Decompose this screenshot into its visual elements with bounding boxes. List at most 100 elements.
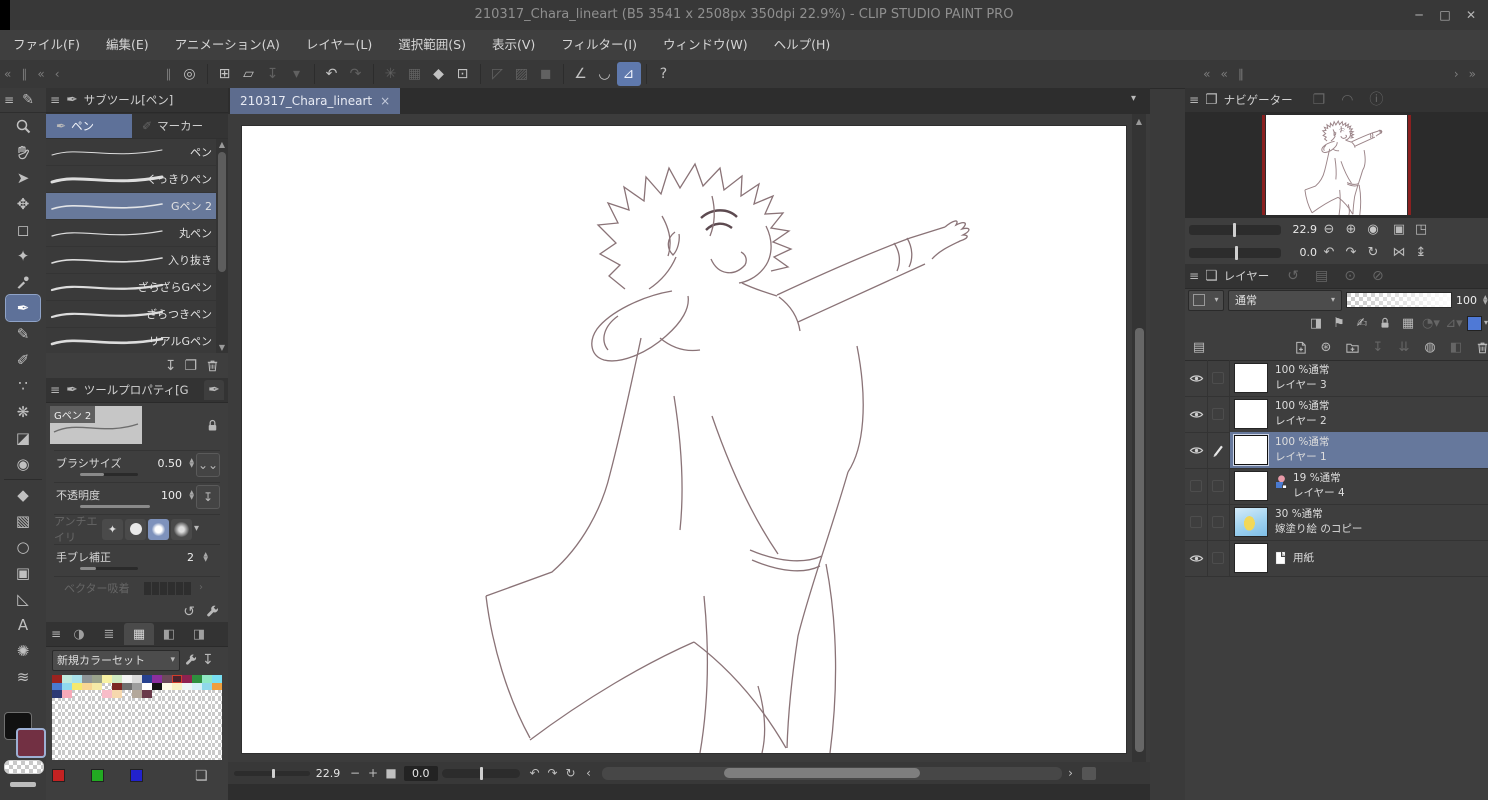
color-swatch[interactable] bbox=[152, 675, 162, 683]
color-swatch[interactable] bbox=[142, 721, 152, 729]
tool-palette-menu-icon[interactable]: ≡ bbox=[4, 94, 14, 106]
color-swatch[interactable] bbox=[132, 706, 142, 714]
color-swatch[interactable] bbox=[102, 698, 112, 706]
brush-item[interactable]: Gペン 2 bbox=[46, 193, 228, 220]
layer-row[interactable]: 19 %通常レイヤー 4 bbox=[1185, 468, 1488, 505]
color-swatch[interactable] bbox=[82, 744, 92, 752]
unlock-icon[interactable] bbox=[205, 418, 220, 433]
color-swatch[interactable] bbox=[132, 737, 142, 745]
antialias-weak-button[interactable] bbox=[125, 519, 146, 540]
fill-tool[interactable]: ◆ bbox=[6, 482, 40, 508]
antialias-none-button[interactable]: ✦ bbox=[102, 519, 123, 540]
approximate-color-tab-icon[interactable]: ◨ bbox=[184, 623, 214, 645]
correct-line-tool[interactable]: ◺ bbox=[6, 586, 40, 612]
brush-size-slider[interactable] bbox=[80, 473, 138, 476]
color-swatch[interactable] bbox=[92, 675, 102, 683]
color-swatch[interactable] bbox=[82, 675, 92, 683]
canvas-fit-button[interactable]: ■ bbox=[382, 764, 400, 782]
color-swatch[interactable] bbox=[172, 737, 182, 745]
layer-row[interactable]: 100 %通常レイヤー 3 bbox=[1185, 360, 1488, 397]
operation-tool[interactable]: ➤ bbox=[6, 165, 40, 191]
color-swatch[interactable] bbox=[192, 683, 202, 691]
color-swatch[interactable] bbox=[172, 729, 182, 737]
color-swatch[interactable] bbox=[72, 737, 82, 745]
layer-row[interactable]: 30 %通常嫁塗り絵 のコピー bbox=[1185, 504, 1488, 541]
color-swatch[interactable] bbox=[182, 683, 192, 691]
delete-layer-icon[interactable] bbox=[1472, 338, 1488, 356]
brush-item[interactable]: 入り抜き bbox=[46, 247, 228, 274]
nav-rotate-right-button[interactable]: ↷ bbox=[1341, 243, 1361, 263]
color-swatch[interactable] bbox=[142, 683, 152, 691]
scroll-right-icon[interactable]: › bbox=[1454, 67, 1461, 81]
color-swatch[interactable] bbox=[72, 675, 82, 683]
color-swatch[interactable] bbox=[72, 690, 82, 698]
color-swatch[interactable] bbox=[62, 713, 72, 721]
color-swatch[interactable] bbox=[112, 698, 122, 706]
layer-thumbnail[interactable] bbox=[1235, 472, 1267, 500]
color-swatch[interactable] bbox=[182, 729, 192, 737]
color-swatch[interactable] bbox=[182, 713, 192, 721]
color-swatch[interactable] bbox=[132, 698, 142, 706]
color-swatch[interactable] bbox=[182, 706, 192, 714]
collapse-left-icon[interactable]: « bbox=[4, 67, 13, 81]
canvas-zoom-in-button[interactable]: + bbox=[364, 764, 382, 782]
intermediate-color-tab-icon[interactable]: ◧ bbox=[154, 623, 184, 645]
color-wheel-tab-icon[interactable]: ◑ bbox=[64, 623, 94, 645]
add-color-icon[interactable]: ❏ bbox=[195, 769, 208, 783]
layer-opacity-value[interactable]: 100 bbox=[1456, 294, 1477, 307]
stabilize-value[interactable]: 2 bbox=[187, 551, 194, 564]
color-swatch[interactable] bbox=[52, 706, 62, 714]
brush-size-stepper[interactable]: ▲▼ bbox=[189, 458, 194, 468]
color-swatch[interactable] bbox=[182, 752, 192, 760]
color-switch-icon[interactable] bbox=[10, 782, 36, 787]
apply-mask-icon[interactable]: ◧ bbox=[1446, 338, 1466, 356]
transfer-to-lower-icon[interactable]: ↧ bbox=[1368, 338, 1388, 356]
color-swatch[interactable] bbox=[92, 683, 102, 691]
color-swatch[interactable] bbox=[142, 744, 152, 752]
layer-thumbnail[interactable] bbox=[1235, 400, 1267, 428]
menu-item-window[interactable]: ウィンドウ(W) bbox=[650, 30, 761, 60]
text-tool[interactable]: A bbox=[6, 612, 40, 638]
toolbar-grip2-icon[interactable]: ∥ bbox=[1238, 67, 1246, 81]
document-tab[interactable]: 210317_Chara_lineart × bbox=[230, 88, 400, 114]
color-swatch[interactable] bbox=[202, 675, 212, 683]
color-swatch[interactable] bbox=[152, 690, 162, 698]
rgb-chip[interactable] bbox=[91, 769, 104, 782]
color-swatch[interactable] bbox=[82, 737, 92, 745]
canvas-zoom-out-button[interactable]: − bbox=[346, 764, 364, 782]
pen-tool[interactable]: ✒ bbox=[6, 295, 40, 321]
collapse-right-icon[interactable]: « bbox=[1203, 67, 1212, 81]
palette-color-dropdown[interactable]: ▾ bbox=[1188, 290, 1224, 311]
color-swatch[interactable] bbox=[112, 721, 122, 729]
color-swatch[interactable] bbox=[72, 698, 82, 706]
color-swatch[interactable] bbox=[102, 752, 112, 760]
collapse-right2-icon[interactable]: « bbox=[1221, 67, 1230, 81]
color-swatch[interactable] bbox=[172, 706, 182, 714]
color-swatch[interactable] bbox=[162, 690, 172, 698]
nav-fit-window-button[interactable]: ◳ bbox=[1411, 221, 1431, 239]
color-swatch[interactable] bbox=[102, 675, 112, 683]
color-swatch[interactable] bbox=[82, 729, 92, 737]
color-swatch[interactable] bbox=[112, 675, 122, 683]
color-swatch[interactable] bbox=[122, 752, 132, 760]
navigator-rotation-slider[interactable] bbox=[1189, 248, 1281, 258]
balloon-tool[interactable]: ✺ bbox=[6, 638, 40, 664]
subtool-scrollbar[interactable]: ▲ ▼ bbox=[216, 139, 228, 353]
color-swatch[interactable] bbox=[162, 729, 172, 737]
layer-visibility-toggle[interactable] bbox=[1185, 360, 1208, 396]
menu-item-view[interactable]: 表示(V) bbox=[479, 30, 548, 60]
color-swatch[interactable] bbox=[102, 744, 112, 752]
color-swatch[interactable] bbox=[162, 737, 172, 745]
layer-row[interactable]: 用紙 bbox=[1185, 540, 1488, 577]
navigator-preview[interactable] bbox=[1185, 112, 1488, 218]
new-document-button[interactable]: ⊞ bbox=[213, 62, 237, 86]
brush-tool[interactable]: ✐ bbox=[6, 347, 40, 373]
color-swatch[interactable] bbox=[192, 675, 202, 683]
ruler-range-icon[interactable]: ⊿▾ bbox=[1444, 314, 1464, 332]
color-set-dropdown[interactable]: 新規カラーセット ▾ bbox=[52, 650, 180, 671]
color-swatch[interactable] bbox=[92, 721, 102, 729]
color-swatch[interactable] bbox=[152, 752, 162, 760]
color-swatch[interactable] bbox=[62, 721, 72, 729]
color-swatch[interactable] bbox=[212, 698, 222, 706]
close-tab-icon[interactable]: × bbox=[380, 94, 390, 108]
